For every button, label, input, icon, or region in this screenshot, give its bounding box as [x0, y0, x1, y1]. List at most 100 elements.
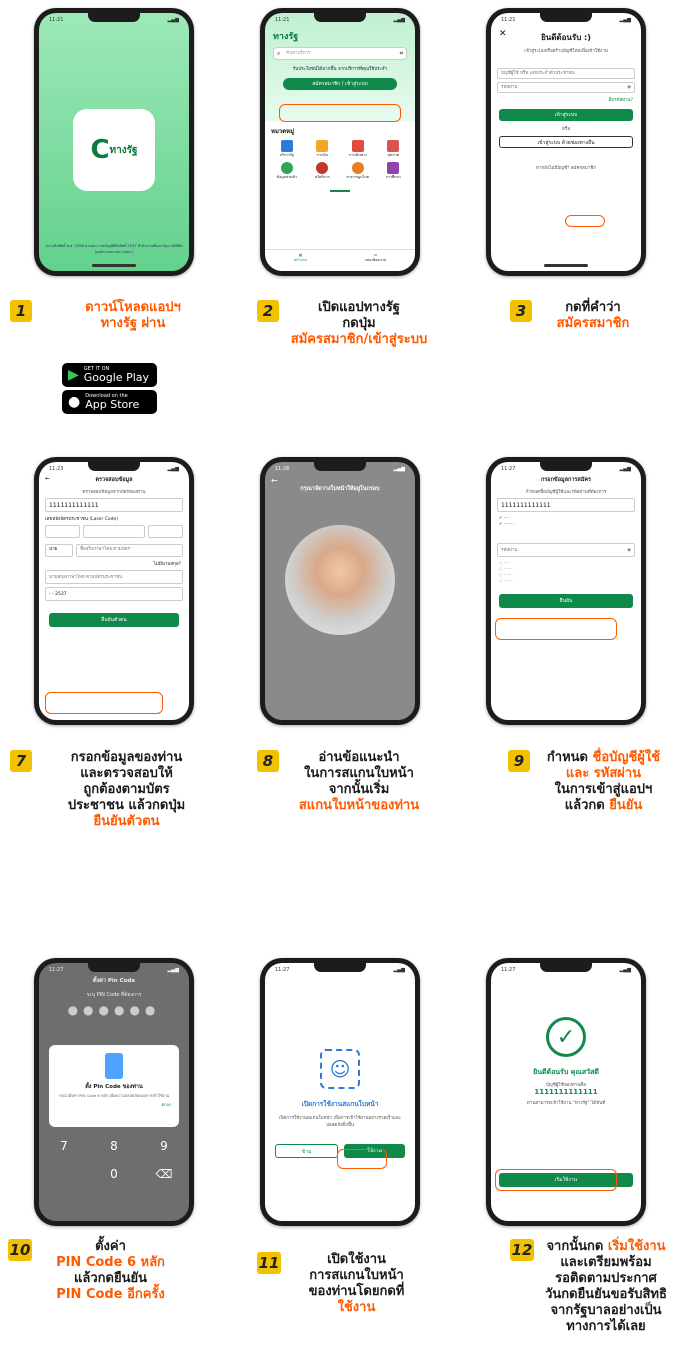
step-12-caption: 12 จากนั้นกด เริ่มใช้งาน และเตรียมพร้อม … [510, 1239, 675, 1335]
eye-icon[interactable]: ◉ [627, 544, 631, 558]
status-time: 11:23 [49, 466, 64, 472]
pin-dots: ●●●●●● [67, 1003, 161, 1017]
firstname-field[interactable]: ชื่อจริงภาษาไทย ตามบัตร [76, 544, 183, 557]
step-11-caption: 11 เปิดใช้งาน การสแกนใบหน้า ของท่านโดยกด… [257, 1252, 424, 1316]
confirm-button[interactable]: ยืนยัน [499, 594, 633, 608]
category-item[interactable]: บริการรัฐ [271, 140, 303, 158]
highlight-box [495, 1169, 617, 1191]
username-value: 1111111111111 [534, 1088, 598, 1096]
key-7[interactable]: 7 [39, 1139, 89, 1153]
success-title: ยินดีต้อนรับ คุณสวัสดี [533, 1068, 599, 1076]
category-item[interactable]: สาธารณูปโภค [342, 162, 374, 180]
caption-highlight: PIN Code อีกครั้ง [56, 1287, 165, 1302]
category-label: ข้อมูลส่วนตัว [276, 175, 297, 179]
id-card-field[interactable]: 1111111111111 [45, 498, 183, 512]
caption-line: ทางการได้เลย [566, 1319, 646, 1334]
google-play-badge[interactable]: ▶ GET IT ON Google Play [62, 363, 157, 387]
face-enable-screen: 11:27 ▂▄▆ ☺ เปิดการใช้งานสแกนใบหน้า เปิดก… [265, 963, 415, 1221]
field-placeholder: บัญชีผู้ใช้ หรือ เลขประจำตัวประชาชน [501, 71, 575, 76]
search-placeholder: ค้นหาบริการ [286, 51, 311, 56]
back-icon[interactable]: ← [45, 476, 50, 482]
bottom-nav: ▦ หน้าแรก ▭ กล่องข้อความ [265, 249, 415, 271]
step-number: 9 [508, 750, 530, 772]
phone-mockup-11: 11:27 ▂▄▆ ☺ เปิดการใช้งานสแกนใบหน้า เปิดก… [260, 958, 420, 1226]
lastname-field[interactable]: นามสกุลภาษาไทย ตามบัตรประชาชน [45, 570, 183, 584]
status-time: 11:27 [501, 967, 516, 973]
welcome-subtitle: เข้าสู่ระบบหรือสร้างบัญชีใหม่เพื่อเข้าใช… [524, 49, 608, 54]
username-field[interactable]: บัญชีผู้ใช้ หรือ เลขประจำตัวประชาชน [497, 68, 635, 79]
laser-part-2[interactable] [83, 525, 145, 538]
step-number: 11 [257, 1252, 281, 1274]
signin-button[interactable]: สมัครสมาชิก / เข้าสู่ระบบ [283, 78, 397, 90]
caption-line: เปิดใช้งาน [327, 1252, 386, 1267]
screen-header: ← ตรวจสอบข้อมูล [39, 476, 189, 484]
modal-text: กรุณาตั้งค่า PIN Code 6 หลัก เพื่อความปล… [58, 1093, 170, 1098]
nav-inbox[interactable]: ▭ กล่องข้อความ [365, 253, 387, 271]
laser-part-3[interactable] [148, 525, 183, 538]
skip-button[interactable]: ข้าม [275, 1144, 338, 1158]
caption-highlight: ยืนยันตัวตน [93, 814, 160, 829]
step-9-caption: 9 กำหนด ชื่อบัญชีผู้ใช้ และ รหัสผ่าน ในก… [508, 750, 671, 814]
status-time: 11:21 [49, 17, 64, 23]
signal-icon: ▂▄▆ [167, 466, 179, 472]
caption-highlight: สแกนใบหน้าของท่าน [298, 798, 420, 813]
category-label: บริการรัฐ [279, 153, 294, 157]
step-1-cell: 11:21 ▂▄▆ C ทางรัฐ สงวนลิขสิทธิ์ พ.ศ. 255… [0, 0, 225, 440]
phone-mockup-1: 11:21 ▂▄▆ C ทางรัฐ สงวนลิขสิทธิ์ พ.ศ. 255… [34, 8, 194, 276]
dob-field[interactable]: - - 2537 [45, 587, 183, 601]
username-rules: ✔ ····· ✔ ········ [499, 515, 514, 526]
back-icon[interactable]: ← [265, 476, 415, 485]
caption-line: ทางรัฐ ผ่าน [100, 316, 166, 331]
laser-code-label: เลขหลังบัตรประชาชน (Laser Code) [45, 517, 119, 522]
play-icon: ▶ [68, 367, 79, 383]
enable-title: เปิดการใช้งานสแกนใบหน้า [301, 1100, 379, 1108]
title-select[interactable]: นาย [45, 544, 73, 557]
logo-text: ทางรัฐ [109, 144, 138, 156]
phone-mockup-12: 11:27 ▂▄▆ ✓ ยินดีต้อนรับ คุณสวัสดี บัญชีผ… [486, 958, 646, 1226]
caption-line: เปิดแอปทางรัฐ [318, 300, 400, 315]
search-input[interactable]: ⌕ ค้นหาบริการ ⌗ [273, 47, 407, 60]
password-field[interactable]: รหัสผ่าน ◉ [497, 543, 635, 557]
highlight-box [495, 618, 617, 640]
caption-line: กรอกข้อมูลของท่าน [70, 750, 183, 765]
forgot-password-link[interactable]: ลืมรหัสผ่าน? [491, 96, 641, 103]
username-field[interactable]: 1111111111111 [497, 498, 635, 512]
password-field[interactable]: รหัสผ่าน ◉ [497, 82, 635, 93]
modal-ok-button[interactable]: ตกลง [49, 1101, 179, 1108]
phone-mockup-3: 11:21 ▂▄▆ ✕ ยินดีต้อนรับ :) เข้าสู่ระบบหร… [486, 8, 646, 276]
education-icon [387, 162, 400, 174]
laser-part-1[interactable] [45, 525, 80, 538]
category-item[interactable]: การเงิน [307, 140, 339, 158]
no-lastname-toggle[interactable]: ไม่มีนามสกุล? [39, 560, 189, 567]
key-0[interactable]: 0 [89, 1167, 139, 1181]
caption-line: กำหนด ชื่อบัญชีผู้ใช้ [546, 750, 661, 765]
category-item[interactable]: สุขภาพ [378, 140, 410, 158]
step-number: 10 [8, 1239, 32, 1261]
key-8[interactable]: 8 [89, 1139, 139, 1153]
nav-home[interactable]: ▦ หน้าแรก [294, 253, 307, 271]
verify-screen: 11:23 ▂▄▆ ← ตรวจสอบข้อมูล ตรวจสอบข้อมูลจาก… [39, 462, 189, 720]
signal-icon: ▂▄▆ [619, 466, 631, 472]
login-button[interactable]: เข้าสู่ระบบ [499, 109, 633, 121]
category-item[interactable]: สวัสดิการ [307, 162, 339, 180]
eye-icon[interactable]: ◉ [627, 83, 631, 93]
step-3-caption: 3 กดที่คำว่า สมัครสมาชิก [510, 300, 648, 332]
app-logo: C ทางรัฐ [73, 109, 155, 191]
highlight-box [279, 104, 401, 122]
caption-line: ดาวน์โหลดแอปฯ [85, 300, 181, 315]
register-link[interactable]: หากยังไม่มีบัญชี? สมัครสมาชิก [491, 164, 641, 171]
category-item[interactable]: ข้อมูลส่วนตัว [271, 162, 303, 180]
category-item[interactable]: การเดินทาง [342, 140, 374, 158]
alt-login-button[interactable]: เข้าสู่ระบบ ด้วยช่องทางอื่น [499, 136, 633, 148]
key-9[interactable]: 9 [139, 1139, 189, 1153]
status-time: 11:27 [49, 967, 64, 973]
or-divider: หรือ [561, 127, 571, 132]
confirm-identity-button[interactable]: ยืนยันตัวตน [49, 613, 179, 627]
category-item[interactable]: การศึกษา [378, 162, 410, 180]
app-store-badge[interactable]: ● Download on the App Store [62, 390, 157, 414]
header-subtitle: ตรวจสอบข้อมูลจากบัตรของท่าน [82, 490, 146, 495]
status-time: 11:27 [275, 967, 290, 973]
logo-c-icon: C [90, 135, 110, 165]
backspace-icon[interactable]: ⌫ [139, 1167, 189, 1181]
status-time: 11:21 [275, 17, 290, 23]
